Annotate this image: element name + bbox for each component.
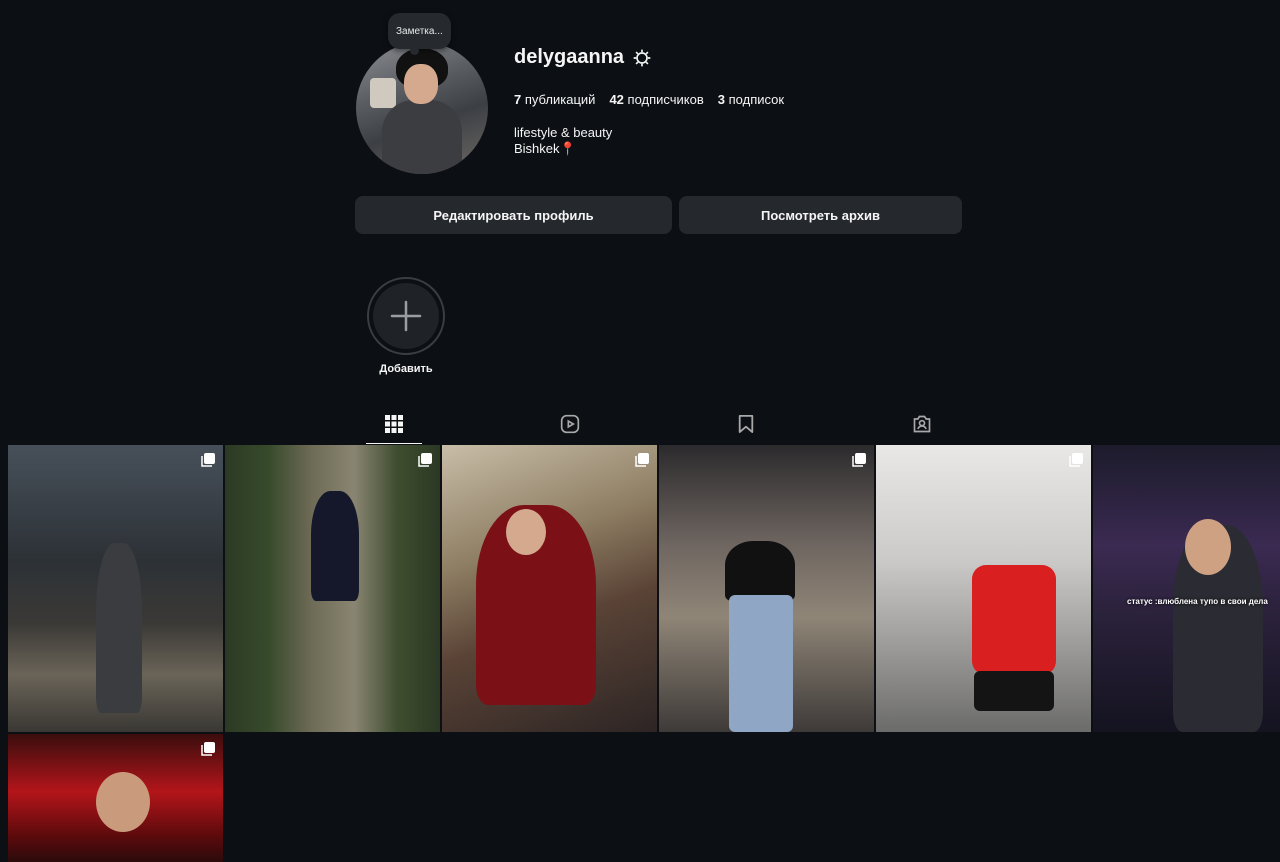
avatar-photo <box>356 42 488 174</box>
tagged-icon <box>913 415 931 433</box>
note-text: Заметка... <box>396 25 443 37</box>
post-tile[interactable] <box>8 445 223 732</box>
carousel-icon <box>201 453 215 467</box>
post-tile[interactable] <box>442 445 657 732</box>
tab-tagged[interactable] <box>894 404 950 444</box>
profile-tabs <box>306 404 1010 444</box>
highlight-add-label: Добавить <box>379 363 433 375</box>
profile-page: Заметка... delygaanna 7 публикаций 42 по… <box>0 0 1280 862</box>
tab-reels[interactable] <box>542 404 598 444</box>
settings-gear-icon[interactable] <box>632 48 652 68</box>
post-tile[interactable] <box>659 445 874 732</box>
profile-avatar[interactable] <box>356 42 488 174</box>
carousel-icon <box>418 453 432 467</box>
plus-icon <box>390 300 422 332</box>
carousel-icon <box>1069 453 1083 467</box>
username: delygaanna <box>514 46 625 68</box>
highlight-add[interactable]: Добавить <box>367 277 445 375</box>
tab-saved[interactable] <box>718 404 774 444</box>
note-bubble[interactable]: Заметка... <box>388 13 451 55</box>
carousel-icon <box>852 453 866 467</box>
highlight-inner <box>373 283 439 349</box>
highlight-ring <box>367 277 445 355</box>
bookmark-icon <box>738 415 754 433</box>
profile-bio: lifestyle & beauty Bishkek📍 <box>514 125 612 157</box>
post-tile[interactable]: статус :влюблена тупо в свои дела <box>1093 445 1280 732</box>
followers-count[interactable]: 42 подписчиков <box>609 92 703 107</box>
posts-count: 7 публикаций <box>514 92 596 107</box>
grid-icon <box>385 415 403 433</box>
bio-line: lifestyle & beauty <box>514 125 613 140</box>
view-archive-button[interactable]: Посмотреть архив <box>679 196 962 234</box>
tab-posts[interactable] <box>366 404 422 444</box>
bio-location: Bishkek📍 <box>514 141 576 156</box>
username-row: delygaanna <box>514 46 652 69</box>
story-caption: статус :влюблена тупо в свои дела <box>1127 597 1268 606</box>
post-tile[interactable] <box>8 734 223 862</box>
edit-profile-button[interactable]: Редактировать профиль <box>355 196 672 234</box>
reels-icon <box>560 414 580 434</box>
carousel-icon <box>635 453 649 467</box>
post-tile[interactable] <box>225 445 440 732</box>
carousel-icon <box>201 742 215 756</box>
following-count[interactable]: 3 подписок <box>718 92 784 107</box>
profile-stats: 7 публикаций 42 подписчиков 3 подписок <box>514 92 784 107</box>
post-tile[interactable] <box>876 445 1091 732</box>
